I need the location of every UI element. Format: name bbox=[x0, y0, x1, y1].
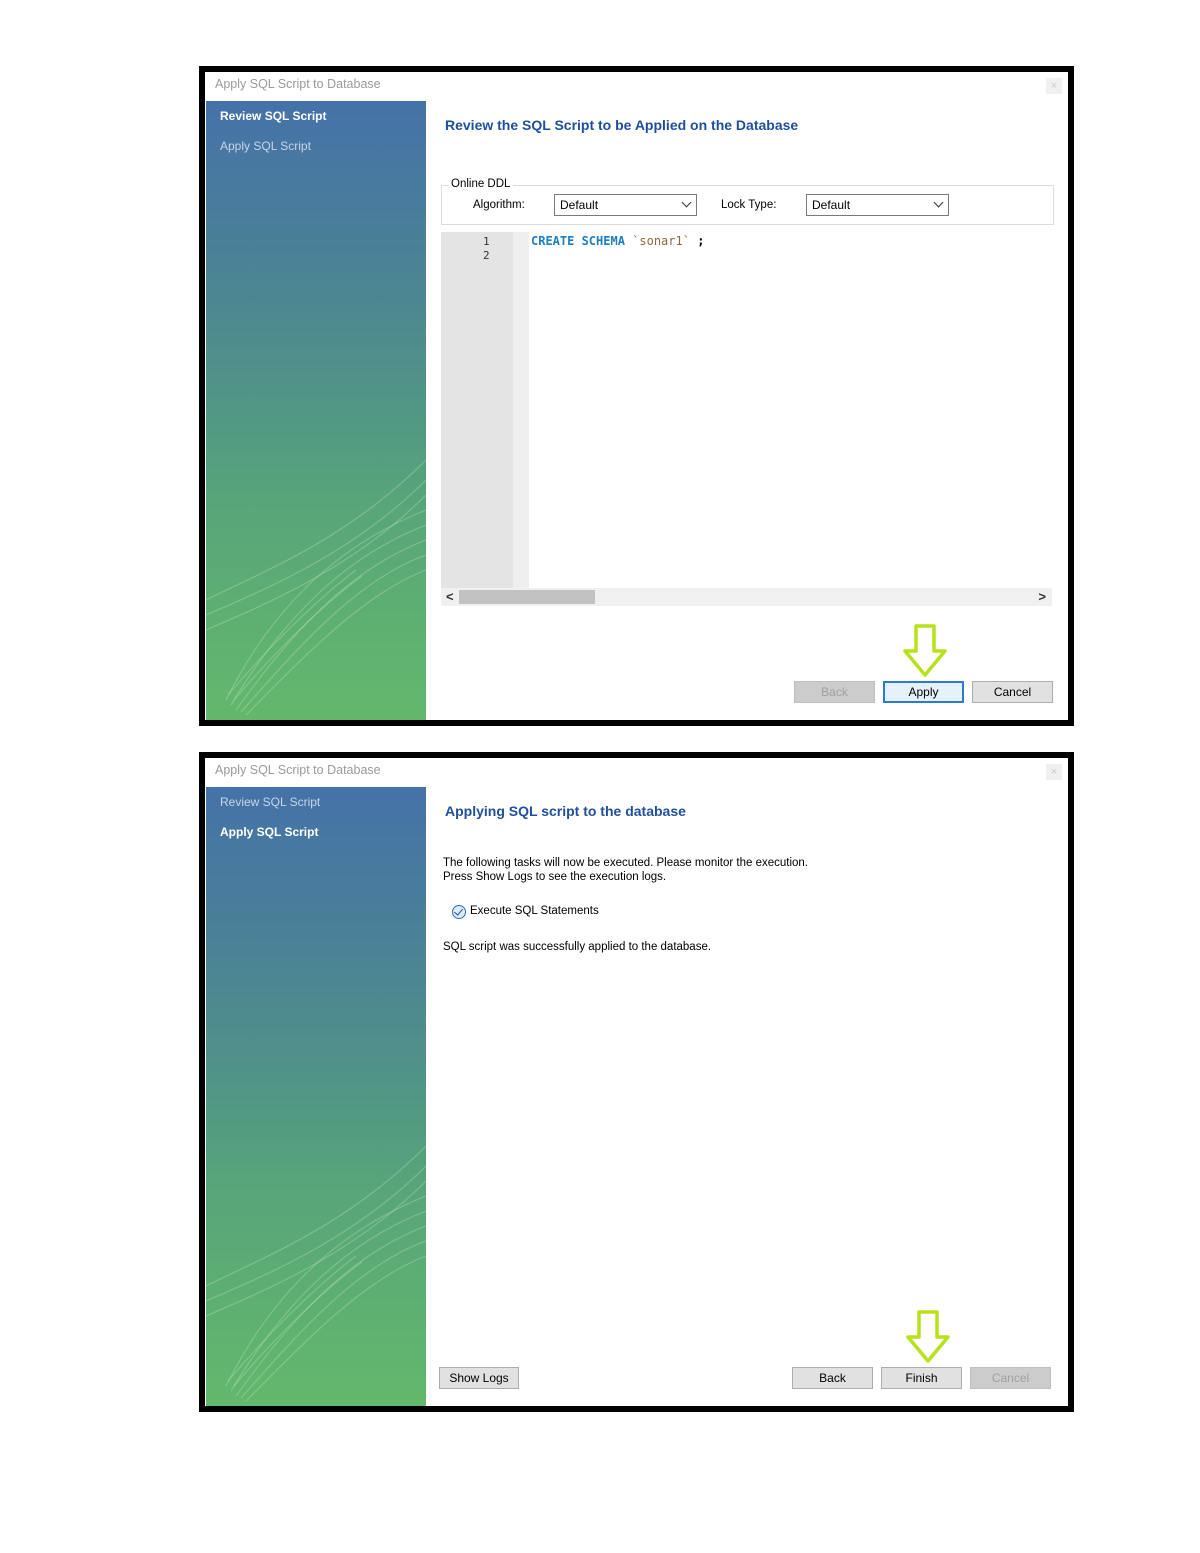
apply-button[interactable]: Apply bbox=[883, 681, 964, 703]
lock-type-label: Lock Type: bbox=[721, 199, 777, 211]
wizard-content: Review the SQL Script to be Applied on t… bbox=[426, 101, 1068, 720]
cancel-button[interactable]: Cancel bbox=[972, 681, 1053, 703]
online-ddl-group: Online DDL Algorithm: Default Lock Type:… bbox=[441, 178, 1054, 225]
page-title: Applying SQL script to the database bbox=[445, 803, 686, 819]
sql-editor[interactable]: 1 2 CREATE SCHEMA `sonar1` ; bbox=[441, 232, 1052, 588]
lock-type-value: Default bbox=[812, 198, 851, 212]
window-title: Apply SQL Script to Database bbox=[215, 77, 381, 91]
window-title: Apply SQL Script to Database bbox=[215, 763, 381, 777]
step-review-sql-script[interactable]: Review SQL Script bbox=[220, 109, 326, 123]
step-review-sql-script[interactable]: Review SQL Script bbox=[220, 795, 320, 809]
wizard-content: Applying SQL script to the database The … bbox=[426, 787, 1068, 1406]
scrollbar-thumb[interactable] bbox=[459, 590, 595, 604]
algorithm-value: Default bbox=[560, 198, 599, 212]
title-bar: Apply SQL Script to Database × bbox=[205, 72, 1068, 100]
online-ddl-legend: Online DDL bbox=[448, 178, 514, 190]
step-apply-sql-script[interactable]: Apply SQL Script bbox=[220, 825, 318, 839]
task-complete-check-icon bbox=[452, 905, 466, 919]
apply-sql-dialog: Apply SQL Script to Database × Review SQ… bbox=[205, 758, 1068, 1406]
line-number: 2 bbox=[483, 249, 490, 262]
wizard-sidebar: Review SQL Script Apply SQL Script bbox=[206, 101, 426, 720]
scroll-right-icon[interactable]: > bbox=[1038, 589, 1046, 604]
description-line-1: The following tasks will now be executed… bbox=[443, 857, 809, 869]
description-line-2: Press Show Logs to see the execution log… bbox=[443, 871, 667, 883]
sql-identifier: `sonar1` bbox=[632, 234, 690, 248]
code-line: CREATE SCHEMA `sonar1` ; bbox=[531, 234, 704, 248]
close-icon[interactable]: × bbox=[1046, 764, 1062, 780]
finish-button[interactable]: Finish bbox=[881, 1367, 962, 1389]
back-button[interactable]: Back bbox=[792, 1367, 873, 1389]
status-message: SQL script was successfully applied to t… bbox=[443, 941, 712, 953]
apply-sql-dialog: Apply SQL Script to Database × Review SQ… bbox=[205, 72, 1068, 720]
page-title: Review the SQL Script to be Applied on t… bbox=[445, 117, 799, 133]
wizard-sidebar: Review SQL Script Apply SQL Script bbox=[206, 787, 426, 1406]
screenshot-review-sql: Apply SQL Script to Database × Review SQ… bbox=[199, 66, 1074, 726]
sql-keyword: CREATE SCHEMA bbox=[531, 234, 625, 248]
title-bar: Apply SQL Script to Database × bbox=[205, 758, 1068, 786]
algorithm-label: Algorithm: bbox=[473, 199, 525, 211]
lock-type-select[interactable]: Default bbox=[806, 194, 949, 216]
decorative-swoosh-icon bbox=[206, 459, 426, 716]
scroll-left-icon[interactable]: < bbox=[446, 589, 454, 604]
algorithm-select[interactable]: Default bbox=[554, 194, 697, 216]
arrow-down-highlight-icon bbox=[903, 624, 947, 677]
cancel-button[interactable]: Cancel bbox=[970, 1367, 1051, 1389]
task-execute-sql: Execute SQL Statements bbox=[470, 905, 599, 917]
line-number-gutter: 1 2 bbox=[441, 232, 513, 588]
horizontal-scrollbar[interactable]: < > bbox=[441, 588, 1052, 606]
step-apply-sql-script[interactable]: Apply SQL Script bbox=[220, 139, 311, 153]
fold-gutter bbox=[513, 232, 529, 588]
chevron-down-icon bbox=[933, 197, 944, 208]
sql-terminator: ; bbox=[697, 234, 705, 248]
arrow-down-highlight-icon bbox=[906, 1310, 950, 1363]
chevron-down-icon bbox=[681, 197, 692, 208]
back-button[interactable]: Back bbox=[794, 681, 875, 703]
decorative-swoosh-icon bbox=[206, 1145, 426, 1402]
close-icon[interactable]: × bbox=[1046, 78, 1062, 94]
line-number: 1 bbox=[483, 235, 490, 248]
show-logs-button[interactable]: Show Logs bbox=[439, 1367, 519, 1389]
screenshot-apply-sql: Apply SQL Script to Database × Review SQ… bbox=[199, 752, 1074, 1412]
